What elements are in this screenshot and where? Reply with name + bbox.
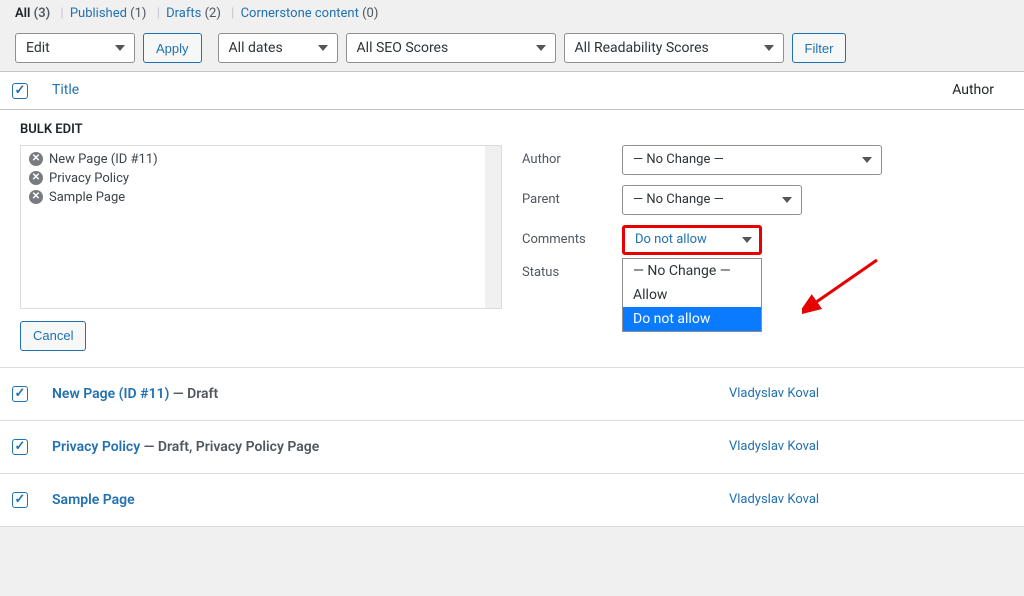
status-field-label: Status bbox=[522, 265, 622, 280]
bulk-item-label: Sample Page bbox=[49, 190, 125, 205]
scrollbar[interactable] bbox=[485, 146, 501, 308]
bulk-edit-heading: BULK EDIT bbox=[20, 122, 1004, 137]
readability-filter-select[interactable]: All Readability Scores bbox=[564, 33, 784, 63]
author-column-header: Author bbox=[717, 72, 1024, 110]
bulk-item: ✕ New Page (ID #11) bbox=[21, 150, 501, 169]
comments-select[interactable]: Do not allow bbox=[622, 225, 762, 255]
pages-table: Title Author BULK EDIT ✕ New Page (ID #11… bbox=[0, 71, 1024, 527]
apply-button[interactable]: Apply bbox=[143, 33, 202, 63]
filter-button[interactable]: Filter bbox=[792, 33, 847, 63]
select-all-header bbox=[0, 72, 40, 110]
filter-published[interactable]: Published (1) bbox=[70, 6, 147, 21]
comments-field-label: Comments bbox=[522, 232, 622, 247]
author-link[interactable]: Vladyslav Koval bbox=[729, 386, 819, 401]
page-title-link[interactable]: Sample Page bbox=[52, 492, 135, 508]
row-checkbox[interactable] bbox=[12, 439, 28, 455]
bulk-action-select[interactable]: Edit bbox=[15, 33, 135, 63]
author-link[interactable]: Vladyslav Koval bbox=[729, 492, 819, 507]
dropdown-option-allow[interactable]: Allow bbox=[623, 283, 761, 307]
page-title-link[interactable]: New Page (ID #11) bbox=[52, 386, 169, 402]
table-row: New Page (ID #11) — Draft Vladyslav Kova… bbox=[0, 367, 1024, 420]
date-filter-select[interactable]: All dates bbox=[218, 33, 338, 63]
parent-field-label: Parent bbox=[522, 192, 622, 207]
remove-icon[interactable]: ✕ bbox=[29, 190, 43, 204]
cancel-button[interactable]: Cancel bbox=[20, 321, 86, 351]
bulk-item: ✕ Sample Page bbox=[21, 188, 501, 207]
bulk-item-label: New Page (ID #11) bbox=[49, 152, 158, 167]
author-link[interactable]: Vladyslav Koval bbox=[729, 439, 819, 454]
filter-all[interactable]: All (3) bbox=[15, 6, 50, 21]
page-state: — Draft bbox=[169, 386, 218, 402]
parent-select[interactable]: — No Change — bbox=[622, 185, 802, 215]
table-row: Privacy Policy — Draft, Privacy Policy P… bbox=[0, 420, 1024, 473]
filter-cornerstone[interactable]: Cornerstone content (0) bbox=[241, 6, 379, 21]
dropdown-option-no-change[interactable]: — No Change — bbox=[623, 259, 761, 283]
remove-icon[interactable]: ✕ bbox=[29, 171, 43, 185]
title-column-header[interactable]: Title bbox=[40, 72, 717, 110]
page-title-link[interactable]: Privacy Policy bbox=[52, 439, 140, 455]
filter-links: All (3) | Published (1) | Drafts (2) | C… bbox=[0, 0, 1024, 29]
seo-filter-select[interactable]: All SEO Scores bbox=[346, 33, 556, 63]
table-row: Sample Page Vladyslav Koval bbox=[0, 473, 1024, 526]
filter-drafts[interactable]: Drafts (2) bbox=[166, 6, 221, 21]
author-select[interactable]: — No Change — bbox=[622, 145, 882, 175]
bulk-item-label: Privacy Policy bbox=[49, 171, 129, 186]
bulk-edit-row: BULK EDIT ✕ New Page (ID #11) ✕ Privacy Po… bbox=[0, 109, 1024, 367]
remove-icon[interactable]: ✕ bbox=[29, 152, 43, 166]
page-state: — Draft, Privacy Policy Page bbox=[140, 439, 319, 455]
select-all-checkbox[interactable] bbox=[12, 83, 28, 99]
comments-dropdown: — No Change — Allow Do not allow bbox=[622, 258, 762, 332]
author-field-label: Author bbox=[522, 152, 622, 167]
bulk-items-list: ✕ New Page (ID #11) ✕ Privacy Policy ✕ Samp… bbox=[20, 145, 502, 309]
bulk-item: ✕ Privacy Policy bbox=[21, 169, 501, 188]
annotation-arrow bbox=[802, 255, 882, 315]
tablenav-top: Edit Apply All dates All SEO Scores All … bbox=[0, 29, 1024, 71]
dropdown-option-do-not-allow[interactable]: Do not allow bbox=[623, 307, 761, 331]
row-checkbox[interactable] bbox=[12, 492, 28, 508]
row-checkbox[interactable] bbox=[12, 386, 28, 402]
